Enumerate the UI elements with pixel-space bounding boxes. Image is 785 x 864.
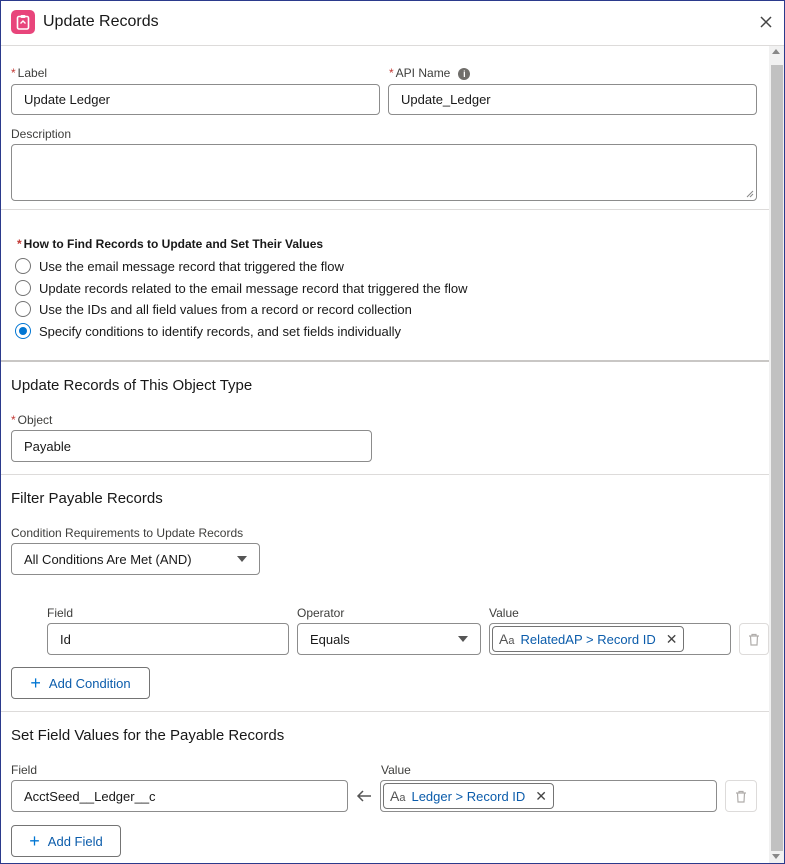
object-input[interactable]: Payable — [11, 430, 372, 462]
resource-pill[interactable]: Aa Ledger > Record ID ✕ — [383, 783, 555, 809]
description-label: Description — [11, 127, 72, 141]
set-value-input[interactable]: Aa Ledger > Record ID ✕ — [380, 780, 717, 812]
filter-value-input[interactable]: Aa RelatedAP > Record ID ✕ — [489, 623, 731, 655]
scroll-up-arrow-icon[interactable] — [772, 49, 780, 54]
condition-requirements-select[interactable]: All Conditions Are Met (AND) — [11, 543, 260, 575]
radio-button[interactable] — [15, 280, 31, 296]
remove-icon[interactable]: ✕ — [535, 788, 547, 805]
set-field-input[interactable]: AcctSeed__Ledger__c — [11, 780, 348, 812]
chevron-down-icon — [237, 556, 247, 562]
delete-field-button[interactable] — [725, 780, 757, 812]
plus-icon: + — [29, 830, 40, 851]
radio-button-selected[interactable] — [15, 323, 31, 339]
remove-icon[interactable]: ✕ — [666, 631, 678, 648]
trash-icon — [749, 633, 759, 646]
chevron-down-icon — [458, 636, 468, 642]
object-section-title: Update Records of This Object Type — [11, 377, 253, 394]
radio-option-ids-and-values[interactable]: Use the IDs and all field values from a … — [15, 301, 412, 317]
divider — [1, 474, 769, 475]
api-name-field-label: * API Name i — [389, 66, 471, 80]
delete-condition-button[interactable] — [739, 623, 769, 655]
label-input[interactable]: Update Ledger — [11, 84, 380, 115]
resource-pill[interactable]: Aa RelatedAP > Record ID ✕ — [492, 626, 685, 652]
resize-handle-icon[interactable] — [746, 190, 754, 198]
object-field-label: * Object — [11, 413, 53, 427]
api-name-input[interactable]: Update_Ledger — [388, 84, 757, 115]
plus-icon: + — [30, 672, 41, 693]
info-icon[interactable]: i — [458, 67, 471, 80]
divider — [1, 711, 769, 712]
scrollbar-thumb[interactable] — [771, 65, 783, 851]
add-condition-button[interactable]: + Add Condition — [11, 667, 150, 699]
radio-option-triggering-record[interactable]: Use the email message record that trigge… — [15, 258, 344, 274]
arrow-left-icon — [355, 787, 373, 805]
divider — [1, 360, 769, 362]
radio-button[interactable] — [15, 258, 31, 274]
description-textarea[interactable] — [11, 144, 757, 201]
radio-button[interactable] — [15, 301, 31, 317]
set-value-header: Value — [381, 763, 411, 777]
filter-field-input[interactable]: Id — [47, 623, 289, 655]
divider — [1, 209, 769, 210]
how-to-heading: * How to Find Records to Update and Set T… — [17, 237, 324, 251]
filter-operator-header: Operator — [297, 606, 345, 620]
filter-section-title: Filter Payable Records — [11, 490, 163, 507]
modal-title: Update Records — [43, 13, 159, 30]
filter-value-header: Value — [489, 606, 519, 620]
add-field-button[interactable]: + Add Field — [11, 825, 121, 857]
update-records-modal: Update Records * Label Update Ledger * API… — [0, 0, 785, 864]
clipboard-icon — [11, 10, 35, 34]
text-resource-icon: Aa — [499, 631, 515, 647]
label-field-label: * Label — [11, 66, 48, 80]
set-fields-section-title: Set Field Values for the Payable Records — [11, 727, 285, 744]
set-field-header: Field — [11, 763, 38, 777]
radio-option-specify-conditions[interactable]: Specify conditions to identify records, … — [15, 323, 401, 339]
condition-requirements-label: Condition Requirements to Update Records — [11, 526, 244, 540]
filter-field-header: Field — [47, 606, 74, 620]
close-icon[interactable] — [757, 13, 775, 31]
radio-option-related-records[interactable]: Update records related to the email mess… — [15, 280, 468, 296]
scroll-down-arrow-icon[interactable] — [772, 854, 780, 859]
trash-icon — [736, 790, 746, 803]
filter-operator-select[interactable]: Equals — [297, 623, 481, 655]
text-resource-icon: Aa — [390, 788, 406, 804]
